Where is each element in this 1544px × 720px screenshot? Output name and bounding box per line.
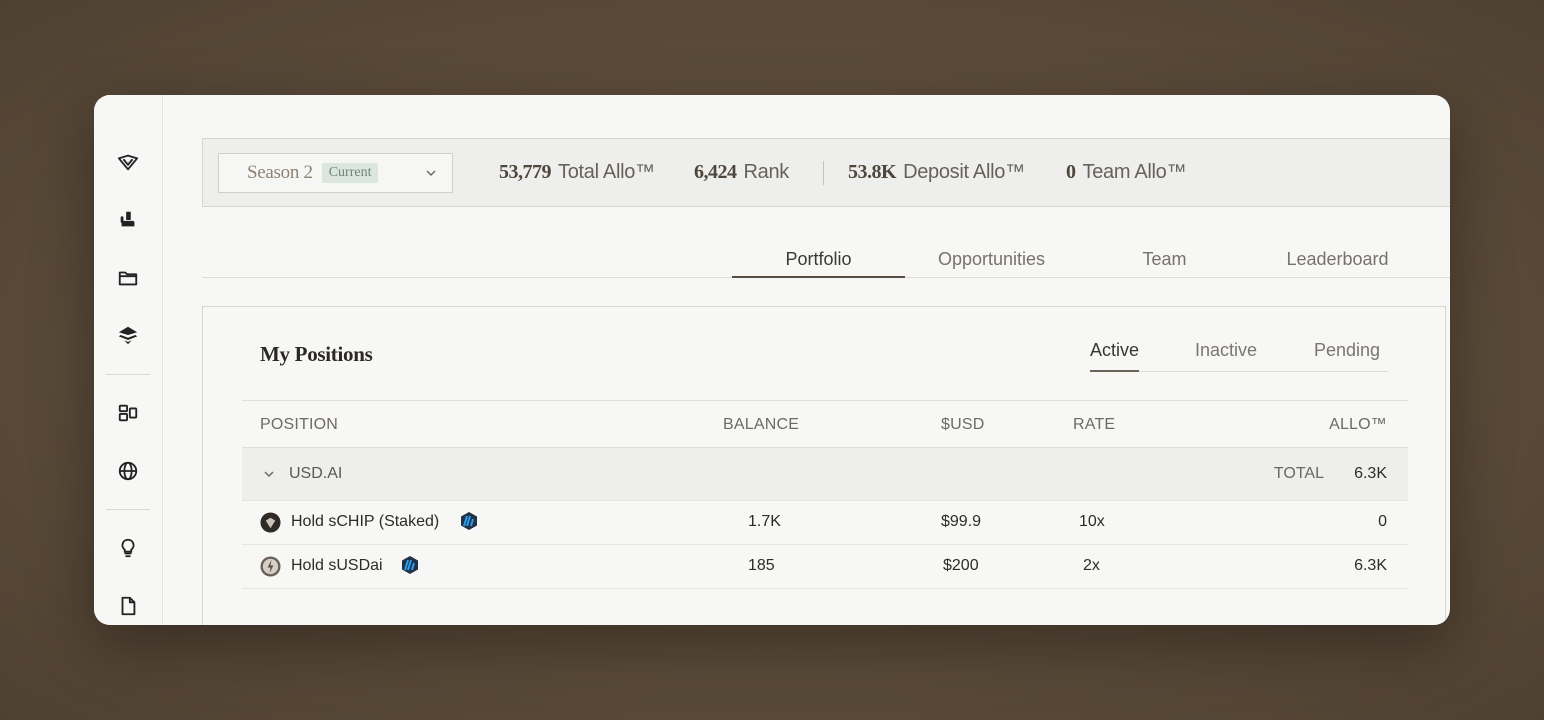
deposit-allo-label: Deposit Allo™ xyxy=(903,161,1025,183)
col-usd[interactable]: $USD xyxy=(941,416,984,434)
document-icon[interactable] xyxy=(116,594,140,618)
subtab-pending[interactable]: Pending xyxy=(1314,340,1380,372)
tab-opportunities[interactable]: Opportunities xyxy=(905,244,1078,278)
usd-cell: $200 xyxy=(943,557,979,574)
total-allo-label: Total Allo™ xyxy=(558,161,655,183)
usd-cell: $99.9 xyxy=(941,513,982,530)
table-row[interactable]: Hold sUSDai 185 $200 2x 6.3K xyxy=(242,545,1408,589)
position-name: Hold sUSDai xyxy=(291,557,383,574)
stats-bar: Season 2 Current 53,779 Total Allo™ 6,42… xyxy=(202,138,1450,207)
arbitrum-icon xyxy=(402,556,418,574)
col-position[interactable]: POSITION xyxy=(260,416,338,434)
subtab-inactive[interactable]: Inactive xyxy=(1195,340,1257,372)
team-allo-label: Team Allo™ xyxy=(1082,161,1187,183)
season-dropdown[interactable]: Season 2 Current xyxy=(218,153,453,193)
stats-divider xyxy=(823,161,824,185)
main-tabs: Portfolio Opportunities Team Leaderboard xyxy=(202,244,1450,278)
dashboard-icon[interactable] xyxy=(116,401,140,425)
subtab-active[interactable]: Active xyxy=(1090,340,1140,372)
positions-panel: My Positions Active Inactive Pending POS… xyxy=(202,306,1446,625)
table-row[interactable]: Hold sCHIP (Staked) 1.7K $99.9 10x 0 xyxy=(242,501,1408,545)
rank-label: Rank xyxy=(743,161,790,183)
sidebar-divider xyxy=(106,509,150,510)
balance-cell: 1.7K xyxy=(748,513,781,530)
current-badge: Current xyxy=(321,163,379,183)
seat-icon[interactable] xyxy=(116,208,140,232)
table-header: POSITION BALANCE $USD RATE ALLO™ xyxy=(242,400,1408,448)
col-balance[interactable]: BALANCE xyxy=(723,416,799,434)
schip-token-icon xyxy=(260,512,281,533)
group-total-label: TOTAL xyxy=(1273,465,1324,482)
position-name: Hold sCHIP (Staked) xyxy=(291,513,440,530)
sidebar xyxy=(94,95,163,625)
folder-icon[interactable] xyxy=(116,266,140,290)
season-label: Season 2 xyxy=(247,162,313,183)
chevron-down-icon[interactable] xyxy=(262,467,276,481)
susdai-token-icon xyxy=(260,556,281,577)
arbitrum-icon xyxy=(461,512,477,530)
chevron-down-icon xyxy=(426,170,436,177)
rank-value: 6,424 xyxy=(694,161,737,183)
total-allo-value: 53,779 xyxy=(499,161,552,183)
deposit-allo-stat: 53.8K Deposit Allo™ xyxy=(848,161,1025,184)
col-rate[interactable]: RATE xyxy=(1073,416,1115,434)
positions-title: My Positions xyxy=(260,342,373,366)
tab-leaderboard[interactable]: Leaderboard xyxy=(1251,244,1424,278)
sidebar-divider xyxy=(106,374,150,375)
rate-cell: 10x xyxy=(1079,513,1105,530)
tab-portfolio[interactable]: Portfolio xyxy=(732,244,905,278)
main-content: Season 2 Current 53,779 Total Allo™ 6,42… xyxy=(163,95,1450,625)
logo-icon[interactable] xyxy=(116,150,140,174)
stack-icon[interactable] xyxy=(116,323,140,347)
group-row[interactable]: USD.AI TOTAL 6.3K xyxy=(242,448,1408,501)
group-name: USD.AI xyxy=(289,465,343,482)
allo-cell: 6.3K xyxy=(1354,557,1387,574)
deposit-allo-value: 53.8K xyxy=(848,161,897,183)
balance-cell: 185 xyxy=(748,557,775,574)
rate-cell: 2x xyxy=(1083,557,1100,574)
team-allo-stat: 0 Team Allo™ xyxy=(1066,161,1187,184)
team-allo-value: 0 xyxy=(1066,161,1076,183)
globe-icon[interactable] xyxy=(116,459,140,483)
tab-team[interactable]: Team xyxy=(1078,244,1251,278)
lightbulb-icon[interactable] xyxy=(116,536,140,560)
app-window: Season 2 Current 53,779 Total Allo™ 6,42… xyxy=(94,95,1450,625)
position-status-tabs: Active Inactive Pending xyxy=(1090,337,1388,372)
group-total-value: 6.3K xyxy=(1354,465,1387,482)
rank-stat: 6,424 Rank xyxy=(694,161,789,184)
total-allo-stat: 53,779 Total Allo™ xyxy=(499,161,655,184)
col-allo[interactable]: ALLO™ xyxy=(1329,416,1387,434)
allo-cell: 0 xyxy=(1378,513,1387,530)
